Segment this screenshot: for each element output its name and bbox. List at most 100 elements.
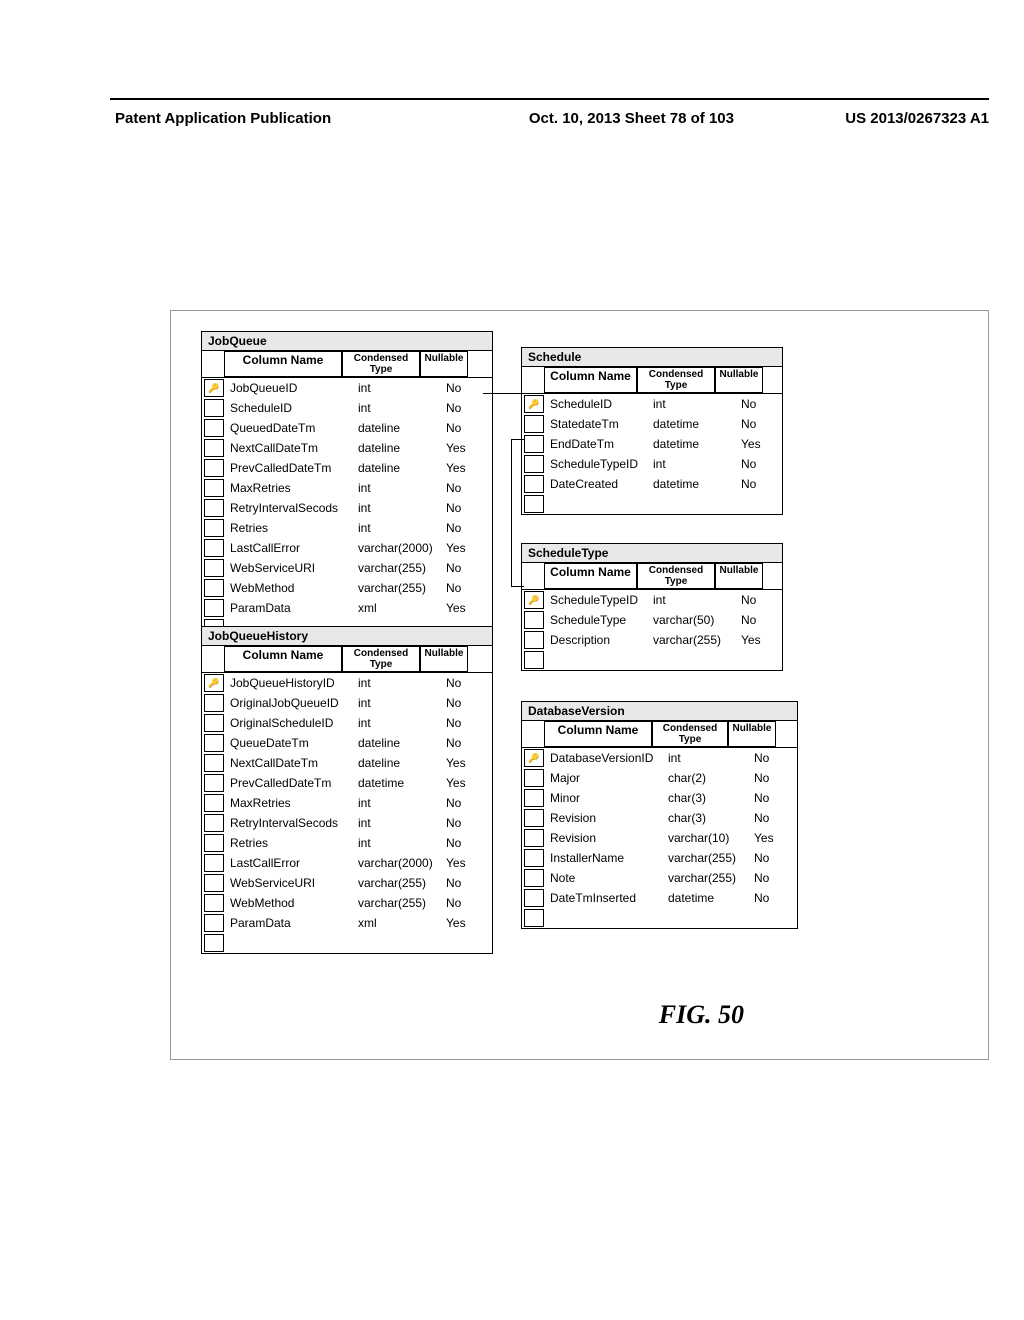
- table-jobqueuehistory: JobQueueHistoryColumn NameCondensed Type…: [201, 626, 493, 954]
- table-databaseversion: DatabaseVersionColumn NameCondensed Type…: [521, 701, 798, 929]
- table-body-jobqueuehistory: Column NameCondensed TypeNullable🔑JobQue…: [202, 646, 492, 953]
- table-body-scheduletype: Column NameCondensed TypeNullable🔑Schedu…: [522, 563, 782, 670]
- row-icon: [204, 734, 224, 752]
- cell-type: dateline: [354, 735, 442, 751]
- cell-name: DatabaseVersionID: [546, 750, 664, 766]
- cell-nullable: No: [442, 735, 500, 751]
- key-icon: 🔑: [524, 591, 544, 609]
- cell-type: datetime: [354, 775, 442, 791]
- cell-nullable: No: [442, 580, 500, 596]
- cell-type: varchar(255): [664, 850, 750, 866]
- row-icon: [204, 874, 224, 892]
- table-row: QueuedDateTmdatelineNo: [202, 418, 492, 438]
- table-row: EndDateTmdatetimeYes: [522, 434, 782, 454]
- cell-nullable: No: [737, 592, 795, 608]
- cell-type: int: [354, 715, 442, 731]
- col-header-type: Condensed Type: [652, 721, 728, 747]
- cell-name: DateTmInserted: [546, 890, 664, 906]
- col-header-name: Column Name: [544, 367, 637, 393]
- cell-name: MaxRetries: [226, 480, 354, 496]
- table-row: PrevCalledDateTmdatelineYes: [202, 458, 492, 478]
- table-schedule: ScheduleColumn NameCondensed TypeNullabl…: [521, 347, 783, 515]
- table-header-row: Column NameCondensed TypeNullable: [202, 351, 492, 378]
- cell-nullable: No: [737, 476, 795, 492]
- col-header-type: Condensed Type: [637, 563, 715, 589]
- cell-nullable: Yes: [442, 440, 500, 456]
- cell-name: JobQueueID: [226, 380, 354, 396]
- cell-name: WebServiceURI: [226, 875, 354, 891]
- row-icon: [204, 559, 224, 577]
- cell-type: int: [354, 520, 442, 536]
- cell-nullable: No: [750, 770, 808, 786]
- cell-type: varchar(255): [354, 875, 442, 891]
- row-icon: [524, 889, 544, 907]
- cell-type: dateline: [354, 460, 442, 476]
- col-header-type: Condensed Type: [342, 351, 420, 377]
- cell-type: int: [354, 400, 442, 416]
- row-icon: [204, 399, 224, 417]
- cell-nullable: Yes: [442, 460, 500, 476]
- table-row: QueueDateTmdatelineNo: [202, 733, 492, 753]
- col-header-type: Condensed Type: [342, 646, 420, 672]
- connector-horz: [511, 439, 525, 440]
- cell-nullable: No: [442, 480, 500, 496]
- cell-type: int: [354, 380, 442, 396]
- figure-label: FIG. 50: [659, 1000, 744, 1030]
- key-icon: 🔑: [524, 749, 544, 767]
- cell-nullable: Yes: [442, 755, 500, 771]
- row-icon: [204, 794, 224, 812]
- cell-name: Description: [546, 632, 649, 648]
- table-row-empty: [522, 494, 782, 514]
- row-icon: [524, 455, 544, 473]
- table-row: WebMethodvarchar(255)No: [202, 893, 492, 913]
- cell-type: char(2): [664, 770, 750, 786]
- cell-type: varchar(255): [354, 895, 442, 911]
- table-row: DateCreateddatetimeNo: [522, 474, 782, 494]
- table-body-jobqueue: Column NameCondensed TypeNullable🔑JobQue…: [202, 351, 492, 638]
- cell-type: int: [649, 592, 737, 608]
- table-row: 🔑JobQueueHistoryIDintNo: [202, 673, 492, 693]
- table-row: StatedateTmdatetimeNo: [522, 414, 782, 434]
- col-header-name: Column Name: [224, 351, 342, 377]
- cell-nullable: Yes: [442, 915, 500, 931]
- col-header-nullable: Nullable: [715, 563, 763, 589]
- header-date-sheet: Oct. 10, 2013 Sheet 78 of 103: [529, 110, 734, 127]
- row-icon: [524, 769, 544, 787]
- table-row: NextCallDateTmdatelineYes: [202, 753, 492, 773]
- cell-nullable: No: [442, 500, 500, 516]
- col-header-nullable: Nullable: [420, 351, 468, 377]
- cell-name: OriginalScheduleID: [226, 715, 354, 731]
- diagram-frame: JobQueueColumn NameCondensed TypeNullabl…: [170, 310, 989, 1060]
- cell-nullable: No: [442, 715, 500, 731]
- cell-nullable: No: [750, 790, 808, 806]
- cell-type: datetime: [649, 436, 737, 452]
- cell-type: varchar(255): [649, 632, 737, 648]
- row-icon: [204, 599, 224, 617]
- table-title-databaseversion: DatabaseVersion: [522, 702, 797, 721]
- table-row: MaxRetriesintNo: [202, 478, 492, 498]
- cell-type: datetime: [649, 476, 737, 492]
- cell-type: int: [354, 500, 442, 516]
- table-body-databaseversion: Column NameCondensed TypeNullable🔑Databa…: [522, 721, 797, 928]
- col-header-nullable: Nullable: [420, 646, 468, 672]
- cell-nullable: No: [442, 520, 500, 536]
- table-row: Notevarchar(255)No: [522, 868, 797, 888]
- cell-type: xml: [354, 600, 442, 616]
- cell-type: varchar(255): [354, 580, 442, 596]
- table-title-scheduletype: ScheduleType: [522, 544, 782, 563]
- row-icon: [204, 934, 224, 952]
- table-scheduletype: ScheduleTypeColumn NameCondensed TypeNul…: [521, 543, 783, 671]
- row-icon: [524, 849, 544, 867]
- table-row: 🔑ScheduleIDintNo: [522, 394, 782, 414]
- cell-nullable: No: [442, 895, 500, 911]
- cell-type: int: [354, 835, 442, 851]
- table-row: ScheduleTypevarchar(50)No: [522, 610, 782, 630]
- header-date-text: Oct. 10, 2013 Sheet 78 of 103: [529, 110, 734, 127]
- table-row-empty: [202, 933, 492, 953]
- row-icon: [204, 539, 224, 557]
- cell-nullable: No: [737, 612, 795, 628]
- table-row: Descriptionvarchar(255)Yes: [522, 630, 782, 650]
- cell-nullable: No: [750, 810, 808, 826]
- cell-nullable: No: [750, 850, 808, 866]
- table-row: ScheduleIDintNo: [202, 398, 492, 418]
